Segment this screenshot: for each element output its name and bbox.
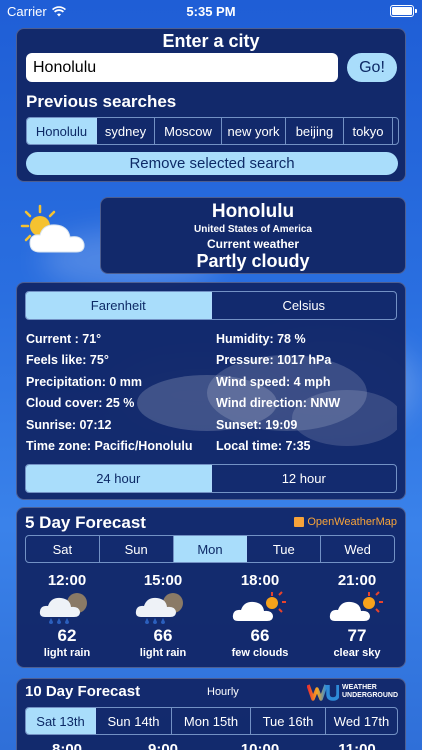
search-title: Enter a city (162, 31, 260, 51)
five-day-title: 5 Day Forecast (25, 513, 146, 532)
battery-icon (390, 5, 417, 17)
hourly-forecast-item: 12:00 62 light rain (27, 572, 107, 659)
previous-searches-title: Previous searches (26, 92, 177, 111)
detail-humidity: Humidity: 78 % (216, 332, 306, 346)
day-tab[interactable]: Tue (247, 536, 322, 562)
forecast-desc: light rain (43, 647, 91, 659)
openweathermap-label: OpenWeatherMap (307, 516, 397, 528)
previous-search-tab[interactable]: new york (222, 118, 286, 144)
forecast-desc: light rain (139, 647, 187, 659)
search-panel: Enter a city Go! Previous searches Honol… (16, 28, 406, 182)
hourly-forecast-item: 15:00 66 light rain (123, 572, 203, 659)
day-tab[interactable]: Wed (321, 536, 394, 562)
forecast-temp: 77 (347, 626, 367, 645)
sun-cloud-icon (232, 591, 286, 621)
forecast-desc: clear sky (333, 647, 381, 659)
wu-wordmark: WEATHER UNDERGROUND (342, 684, 398, 700)
hourly-forecast-item: 18:00 66 few clouds (220, 572, 300, 659)
openweathermap-logo: OpenWeatherMap (294, 516, 397, 528)
ten-day-tab[interactable]: Sun 14th (96, 708, 172, 734)
previous-search-tab[interactable]: tokyo (344, 118, 393, 144)
ten-day-title: 10 Day Forecast (25, 683, 141, 700)
rain-cloud-icon (135, 593, 183, 624)
detail-sunrise: Sunrise: 07:12 (26, 418, 112, 432)
go-button[interactable]: Go! (347, 53, 397, 82)
hourly-forecast-list: 12:00 62 light rain 15:00 66 light rain … (17, 572, 407, 664)
forecast-temp: 66 (250, 626, 270, 645)
previous-search-tab[interactable]: sydney (97, 118, 155, 144)
ten-day-time: 10:00 (240, 741, 280, 750)
sun-cloud-icon (329, 591, 383, 621)
rain-cloud-icon (39, 593, 87, 624)
unit-fahrenheit[interactable]: Farenheit (26, 292, 212, 319)
current-weather-heading: Current weather (206, 237, 300, 251)
ten-day-forecast-panel: 10 Day Forecast Hourly WEATHER UNDERGROU… (16, 678, 406, 750)
forecast-time: 15:00 (143, 572, 183, 589)
previous-searches-tabs: Honolulu sydney Moscow new york beijing … (26, 117, 399, 145)
hour-format-24[interactable]: 24 hour (26, 465, 212, 492)
partly-cloudy-icon (20, 204, 85, 253)
previous-search-tab[interactable]: Honolulu (27, 118, 97, 144)
detail-wind-speed: Wind speed: 4 mph (216, 375, 331, 389)
ten-day-time: 9:00 (147, 741, 179, 750)
forecast-time: 21:00 (337, 572, 377, 589)
five-day-forecast-panel: 5 Day Forecast OpenWeatherMap Sat Sun Mo… (16, 507, 406, 668)
forecast-temp: 62 (57, 626, 77, 645)
hour-format-12[interactable]: 12 hour (212, 465, 397, 492)
cloud-background-image (137, 355, 397, 446)
detail-wind-direction: Wind direction: NNW (216, 396, 341, 410)
ten-day-tab[interactable]: Tue 16th (251, 708, 326, 734)
forecast-temp: 66 (153, 626, 173, 645)
previous-search-tab[interactable]: beijing (286, 118, 344, 144)
detail-sunset: Sunset: 19:09 (216, 418, 298, 432)
detail-local-time: Local time: 7:35 (216, 439, 311, 453)
ten-day-tab[interactable]: Mon 15th (172, 708, 251, 734)
day-tab[interactable]: Sat (26, 536, 100, 562)
current-weather-header: Honolulu United States of America Curren… (100, 197, 406, 274)
detail-feels-like: Feels like: 75° (26, 353, 109, 367)
status-bar: Carrier 5:35 PM (0, 0, 422, 24)
weather-details-panel: Farenheit Celsius Current : 71° Feels li… (16, 282, 406, 500)
wu-text-line: WEATHER (342, 684, 377, 691)
detail-time-zone: Time zone: Pacific/Honolulu (26, 439, 193, 453)
ten-day-time: 8:00 (51, 741, 83, 750)
wu-logo-icon (307, 684, 339, 701)
wu-text-line: UNDERGROUND (342, 692, 398, 699)
ten-day-tabs: Sat 13th Sun 14th Mon 15th Tue 16th Wed … (25, 707, 398, 735)
unit-celsius[interactable]: Celsius (212, 292, 397, 319)
detail-current-temp: Current : 71° (26, 332, 102, 346)
remove-search-button[interactable]: Remove selected search (26, 152, 398, 175)
ten-day-time: 11:00 (338, 741, 376, 750)
forecast-desc: few clouds (231, 647, 289, 659)
detail-cloud-cover: Cloud cover: 25 % (26, 396, 135, 410)
openweathermap-icon (294, 517, 305, 527)
unit-toggle: Farenheit Celsius (25, 291, 397, 320)
previous-search-tab[interactable]: Moscow (155, 118, 222, 144)
day-tab[interactable]: Mon (173, 536, 248, 562)
detail-pressure: Pressure: 1017 hPa (216, 353, 332, 367)
weather-condition: Partly cloudy (196, 251, 310, 271)
ten-day-tab[interactable]: Sat 13th (26, 708, 96, 734)
ten-day-tab[interactable]: Wed 17th (326, 708, 397, 734)
hourly-label: Hourly (207, 686, 239, 698)
city-name: Honolulu (211, 201, 295, 222)
hourly-forecast-item: 21:00 77 clear sky (317, 572, 397, 659)
day-tab[interactable]: Sun (100, 536, 174, 562)
country-name: United States of America (194, 224, 312, 235)
forecast-time: 12:00 (47, 572, 87, 589)
hour-format-toggle: 24 hour 12 hour (25, 464, 397, 493)
detail-precipitation: Precipitation: 0 mm (26, 375, 142, 389)
clock: 5:35 PM (186, 4, 236, 19)
weather-underground-logo: WEATHER UNDERGROUND (307, 682, 398, 702)
five-day-tabs: Sat Sun Mon Tue Wed (25, 535, 395, 563)
forecast-time: 18:00 (240, 572, 280, 589)
city-input[interactable] (26, 53, 338, 82)
